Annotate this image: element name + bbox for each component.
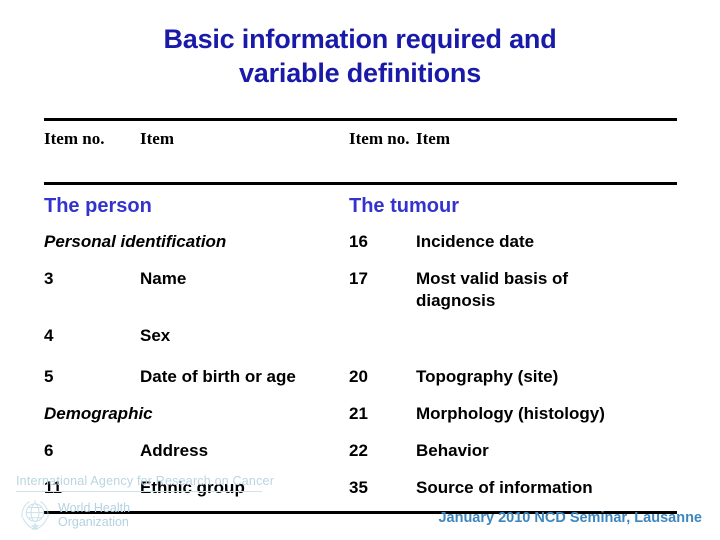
row-left-label: Date of birth or age xyxy=(140,367,296,386)
row-right-label: Most valid basis of diagnosis xyxy=(416,269,569,310)
row-left-number: 4 xyxy=(44,326,54,345)
group-label-personal-identification: Personal identification xyxy=(44,232,227,251)
page-title-line-1: Basic information required and xyxy=(163,24,557,54)
page-title: Basic information required and variable … xyxy=(60,22,660,90)
row-right-number: 16 xyxy=(349,232,368,251)
table-row: Demographic 21 Morphology (histology) xyxy=(44,395,677,432)
who-logo-line-1: World Health xyxy=(58,501,131,515)
row-left-label: Address xyxy=(140,441,209,460)
who-logo-line-2: Organization xyxy=(58,515,129,529)
row-left-number: 5 xyxy=(44,367,54,386)
row-right-number: 21 xyxy=(349,404,368,423)
row-right-number: 20 xyxy=(349,367,368,386)
iarc-who-logo: International Agency for Research on Can… xyxy=(16,474,316,534)
row-right-number: 22 xyxy=(349,441,368,460)
row-left-label: Sex xyxy=(140,326,171,345)
who-logo-text: World Health Organization xyxy=(58,501,130,529)
header-left-item: Item xyxy=(140,129,174,148)
section-title-person: The person xyxy=(44,195,152,217)
header-right-item-no: Item no. xyxy=(349,129,410,148)
table-row: 5 Date of birth or age 20 Topography (si… xyxy=(44,352,677,395)
row-right-number: 17 xyxy=(349,269,368,288)
row-right-label: Source of information xyxy=(416,478,593,497)
header-left-item-no: Item no. xyxy=(44,129,105,148)
header-right-item: Item xyxy=(416,129,450,148)
row-right-label: Incidence date xyxy=(416,232,535,251)
who-emblem-icon xyxy=(16,496,54,534)
logo-divider xyxy=(16,491,262,492)
table-row: 6 Address 22 Behavior xyxy=(44,432,677,469)
table-row: 3 Name 17 Most valid basis of diagnosis xyxy=(44,260,677,319)
iarc-logo-text: International Agency for Research on Can… xyxy=(16,474,275,488)
row-right-label: Behavior xyxy=(416,441,489,460)
table-row: 4 Sex xyxy=(44,319,677,352)
group-label-demographic: Demographic xyxy=(44,404,153,423)
row-left-number: 3 xyxy=(44,269,54,288)
seminar-footer-note: January 2010 NCD Seminar, Lausanne xyxy=(438,510,702,526)
row-left-number: 6 xyxy=(44,441,54,460)
row-left-label: Name xyxy=(140,269,187,288)
row-right-label: Morphology (histology) xyxy=(416,404,605,423)
table-header-row: Item no. Item Item no. Item xyxy=(44,121,677,182)
table-row: Personal identification 16 Incidence dat… xyxy=(44,223,677,260)
section-title-tumour: The tumour xyxy=(349,195,459,217)
row-right-number: 35 xyxy=(349,478,368,497)
page-title-line-2: variable definitions xyxy=(238,58,482,88)
who-logo-block: World Health Organization xyxy=(16,496,316,534)
basic-information-table: Item no. Item Item no. Item The person T… xyxy=(44,118,677,514)
table-section-row: The person The tumour xyxy=(44,185,677,223)
row-right-label: Topography (site) xyxy=(416,367,559,386)
